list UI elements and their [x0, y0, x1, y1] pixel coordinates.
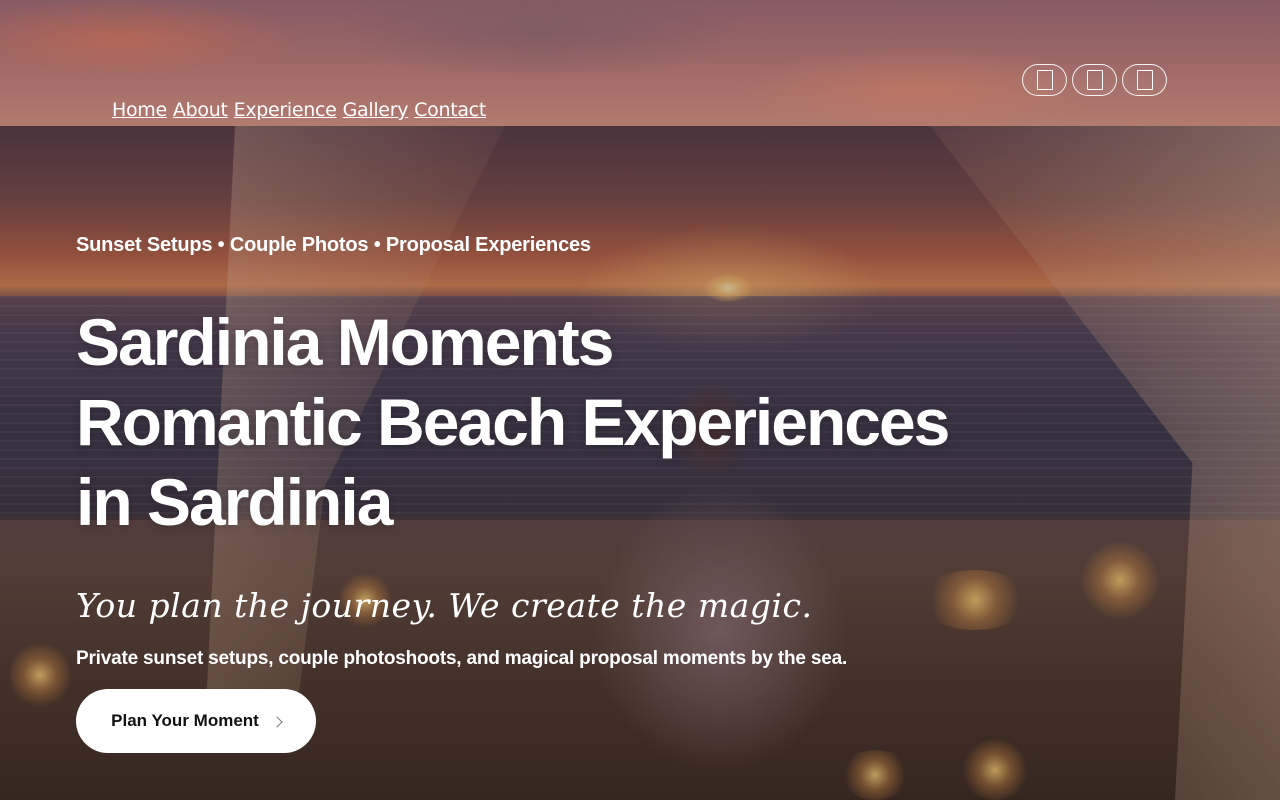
social-links: [1022, 64, 1167, 96]
hero-description: Private sunset setups, couple photoshoot…: [76, 648, 848, 669]
social-button-3[interactable]: [1122, 64, 1167, 96]
hero-title: Sardinia Moments Romantic Beach Experien…: [76, 302, 976, 542]
nav-link-about[interactable]: About: [173, 99, 228, 121]
page: Home About Experience Gallery Contact Su…: [0, 0, 1280, 800]
hero-title-line: Romantic Beach Experiences: [76, 385, 950, 459]
chevron-right-icon: [271, 715, 283, 728]
nav-link-contact[interactable]: Contact: [414, 99, 486, 121]
social-icon: [1086, 70, 1103, 90]
cta-label: Plan Your Moment: [111, 711, 259, 730]
hero-script-tagline: You plan the journey. We create the magi…: [76, 586, 813, 625]
social-icon: [1136, 70, 1153, 90]
plan-your-moment-button[interactable]: Plan Your Moment: [76, 689, 316, 753]
hero-tagline: Sunset Setups • Couple Photos • Proposal…: [76, 234, 591, 256]
hero-title-line: Sardinia Moments: [76, 305, 614, 379]
nav-link-home[interactable]: Home: [112, 99, 167, 121]
nav-link-gallery[interactable]: Gallery: [343, 99, 409, 121]
main-nav: Home About Experience Gallery Contact: [112, 99, 486, 121]
site-header: Home About Experience Gallery Contact: [0, 0, 1280, 126]
social-button-1[interactable]: [1022, 64, 1067, 96]
social-button-2[interactable]: [1072, 64, 1117, 96]
hero-title-line: in Sardinia: [76, 465, 393, 539]
social-icon: [1036, 70, 1053, 90]
nav-link-experience[interactable]: Experience: [234, 99, 337, 121]
